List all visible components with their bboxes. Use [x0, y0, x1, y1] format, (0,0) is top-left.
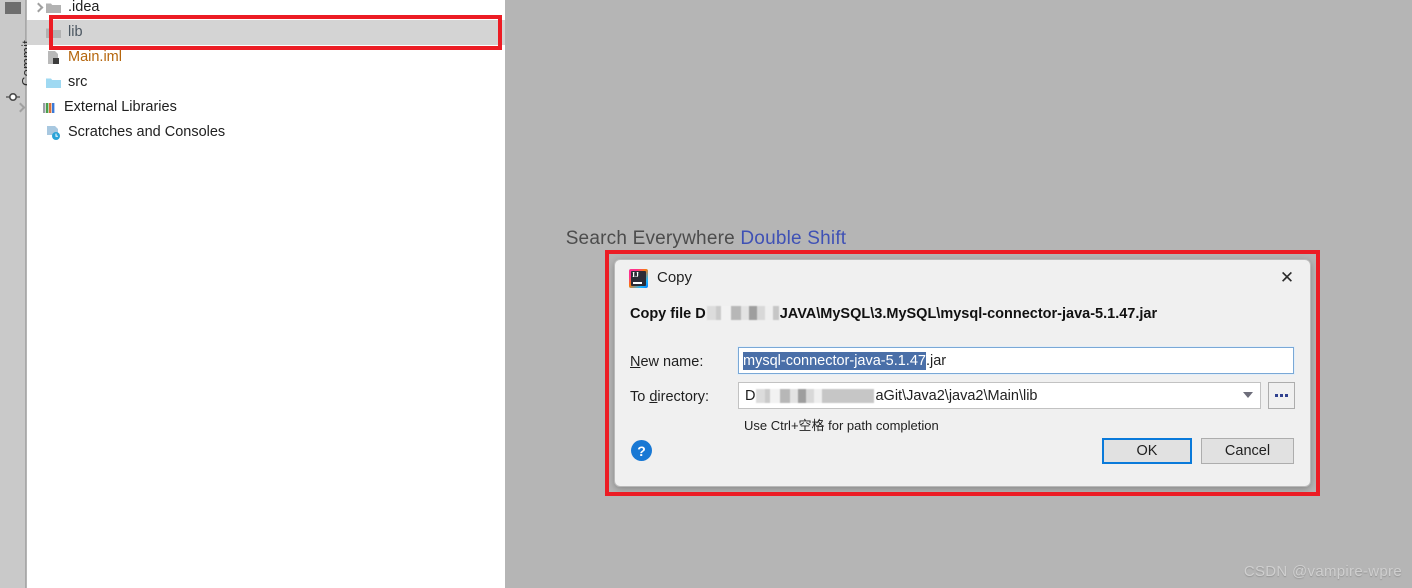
ok-button[interactable]: OK [1102, 438, 1192, 464]
to-directory-label: To directory: [630, 389, 709, 405]
tree-node-label: Main.iml [68, 49, 122, 66]
sidebar-item-commit[interactable]: Commit [0, 18, 34, 88]
chevron-placeholder-icon [31, 126, 45, 140]
chevron-placeholder-icon [31, 26, 45, 40]
intellij-idea-icon [629, 269, 648, 288]
tree-node-scratches-and-consoles[interactable]: Scratches and Consoles [27, 120, 505, 145]
tree-node-label: External Libraries [64, 99, 177, 116]
to-directory-value-prefix: D [745, 387, 756, 404]
redacted-path-blur [706, 306, 779, 320]
watermark: CSDN @vampire-wpre [1243, 563, 1402, 580]
chevron-placeholder-icon [31, 76, 45, 90]
new-name-extension-text: .jar [925, 352, 947, 369]
dialog-titlebar: Copy ✕ [615, 260, 1310, 297]
ellipsis-dot-icon [1285, 394, 1288, 397]
help-question-icon[interactable]: ? [631, 440, 652, 461]
scratches-icon [45, 125, 62, 140]
close-icon[interactable]: ✕ [1272, 264, 1302, 292]
chevron-down-icon[interactable] [1243, 392, 1253, 398]
folder-grey-icon [45, 25, 62, 40]
tree-node-lib[interactable]: lib [27, 20, 505, 45]
to-directory-value-suffix: aGit\Java2\java2\Main\lib [875, 387, 1038, 404]
headline-prefix: Copy file D [630, 306, 706, 322]
tree-node-main-iml[interactable]: Main.iml [27, 45, 505, 70]
ellipsis-dot-icon [1280, 394, 1283, 397]
libraries-bars-icon [41, 100, 58, 115]
search-everywhere-shortcut: Double Shift [740, 228, 847, 249]
dialog-headline: Copy file D JAVA\MySQL\3.MySQL\mysql-conn… [630, 306, 1157, 322]
screenshot-root: Commit .idea lib [0, 0, 1412, 588]
headline-suffix: JAVA\MySQL\3.MySQL\mysql-connector-java-… [779, 306, 1158, 322]
tree-node-label: src [68, 74, 88, 91]
cancel-button[interactable]: Cancel [1201, 438, 1294, 464]
tree-node-external-libraries[interactable]: External Libraries [27, 95, 505, 120]
tree-node-src[interactable]: src [27, 70, 505, 95]
search-everywhere-hint: Search Everywhere Double Shift [0, 228, 1412, 250]
chevron-right-icon[interactable] [13, 101, 27, 115]
browse-directory-button[interactable] [1268, 382, 1295, 409]
folder-grey-icon [45, 0, 62, 15]
folder-source-icon [45, 75, 62, 90]
path-completion-hint: Use Ctrl+空格 for path completion [744, 418, 939, 433]
tree-node-idea[interactable]: .idea [27, 0, 505, 20]
toolwindow-collapse-icon[interactable] [5, 2, 21, 14]
iml-file-icon [45, 50, 62, 65]
chevron-right-icon[interactable] [31, 1, 45, 15]
to-directory-label-pre: To [630, 389, 650, 405]
new-name-label-rest: ew name: [640, 354, 704, 370]
search-everywhere-hint-text: Search Everywhere [565, 228, 735, 249]
copy-dialog: Copy ✕ Copy file D JAVA\MySQL\3.MySQL\mys… [614, 259, 1311, 487]
new-name-selected-text: mysql-connector-java-5.1.47 [743, 351, 926, 370]
new-name-input[interactable]: mysql-connector-java-5.1.47 .jar [737, 346, 1295, 375]
dialog-title: Copy [657, 269, 693, 286]
new-name-label: New name: [630, 354, 703, 370]
redacted-directory-blur [756, 388, 875, 403]
left-tool-window-strip: Commit [0, 0, 34, 588]
to-directory-combobox[interactable]: DaGit\Java2\java2\Main\lib [738, 382, 1261, 409]
new-name-mnemonic: N [630, 354, 641, 370]
tree-node-label: .idea [68, 0, 100, 16]
tree-node-label: Scratches and Consoles [68, 124, 226, 141]
to-directory-label-post: irectory: [657, 389, 709, 405]
ellipsis-dot-icon [1275, 394, 1278, 397]
project-tool-window: .idea lib Main.iml src External Librarie… [27, 0, 505, 588]
tree-node-label: lib [68, 24, 83, 41]
chevron-placeholder-icon [31, 51, 45, 65]
